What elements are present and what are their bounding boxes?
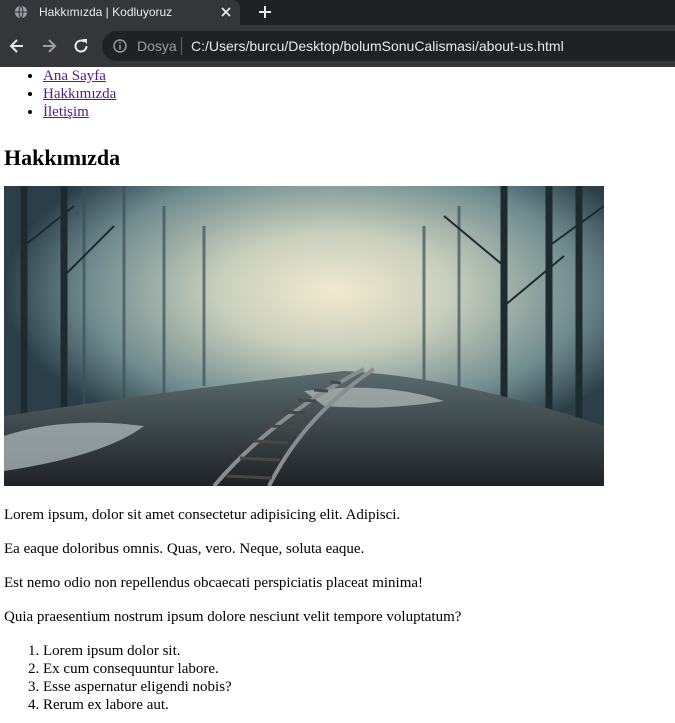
paragraph: Est nemo odio non repellendus obcaecati … — [4, 575, 424, 591]
address-bar[interactable]: Dosya C:/Users/burcu/Desktop/bolumSonuCa… — [102, 31, 675, 61]
tab-title: Hakkımızda | Kodluyoruz — [39, 5, 173, 19]
list-item: Lorem ipsum dolor sit. — [43, 642, 671, 660]
close-icon[interactable] — [220, 6, 232, 18]
nav-link-home[interactable]: Ana Sayfa — [43, 68, 106, 84]
nav-item-contact: İletişim — [43, 103, 671, 121]
page-title: Hakkımızda — [4, 145, 121, 170]
list-item: Rerum ex labore aut. — [43, 696, 671, 714]
forward-arrow-icon[interactable] — [40, 37, 58, 55]
reload-icon[interactable] — [72, 37, 90, 55]
paragraph: Quia praesentium nostrum ipsum dolore ne… — [4, 609, 462, 625]
browser-tab[interactable]: Hakkımızda | Kodluyoruz — [0, 0, 240, 25]
new-tab-icon[interactable] — [257, 4, 273, 20]
info-icon[interactable] — [113, 39, 127, 53]
tab-strip: Hakkımızda | Kodluyoruz — [0, 0, 675, 25]
globe-icon — [14, 5, 28, 19]
nav-item-about: Hakkımızda — [43, 85, 671, 103]
security-label: Dosya — [137, 38, 177, 54]
list-item: Esse aspernatur eligendi nobis? — [43, 678, 671, 696]
nav-item-home: Ana Sayfa — [43, 67, 671, 85]
list-item: Ex cum consequuntur labore. — [43, 660, 671, 678]
paragraph: Ea eaque doloribus omnis. Quas, vero. Ne… — [4, 541, 365, 557]
address-separator — [181, 37, 182, 55]
page-content: Ana Sayfa Hakkımızda İletişim Hakkımızda — [0, 67, 675, 714]
paragraph: Lorem ipsum, dolor sit amet consectetur … — [4, 507, 401, 523]
hero-image — [4, 186, 604, 486]
back-arrow-icon[interactable] — [8, 37, 26, 55]
ordered-list: Lorem ipsum dolor sit. Ex cum consequunt… — [4, 642, 671, 714]
url-text[interactable]: C:/Users/burcu/Desktop/bolumSonuCalismas… — [191, 38, 564, 54]
site-nav: Ana Sayfa Hakkımızda İletişim — [4, 67, 671, 121]
nav-link-about[interactable]: Hakkımızda — [43, 86, 116, 102]
nav-link-contact[interactable]: İletişim — [43, 104, 89, 120]
browser-toolbar: Dosya C:/Users/burcu/Desktop/bolumSonuCa… — [0, 25, 675, 67]
